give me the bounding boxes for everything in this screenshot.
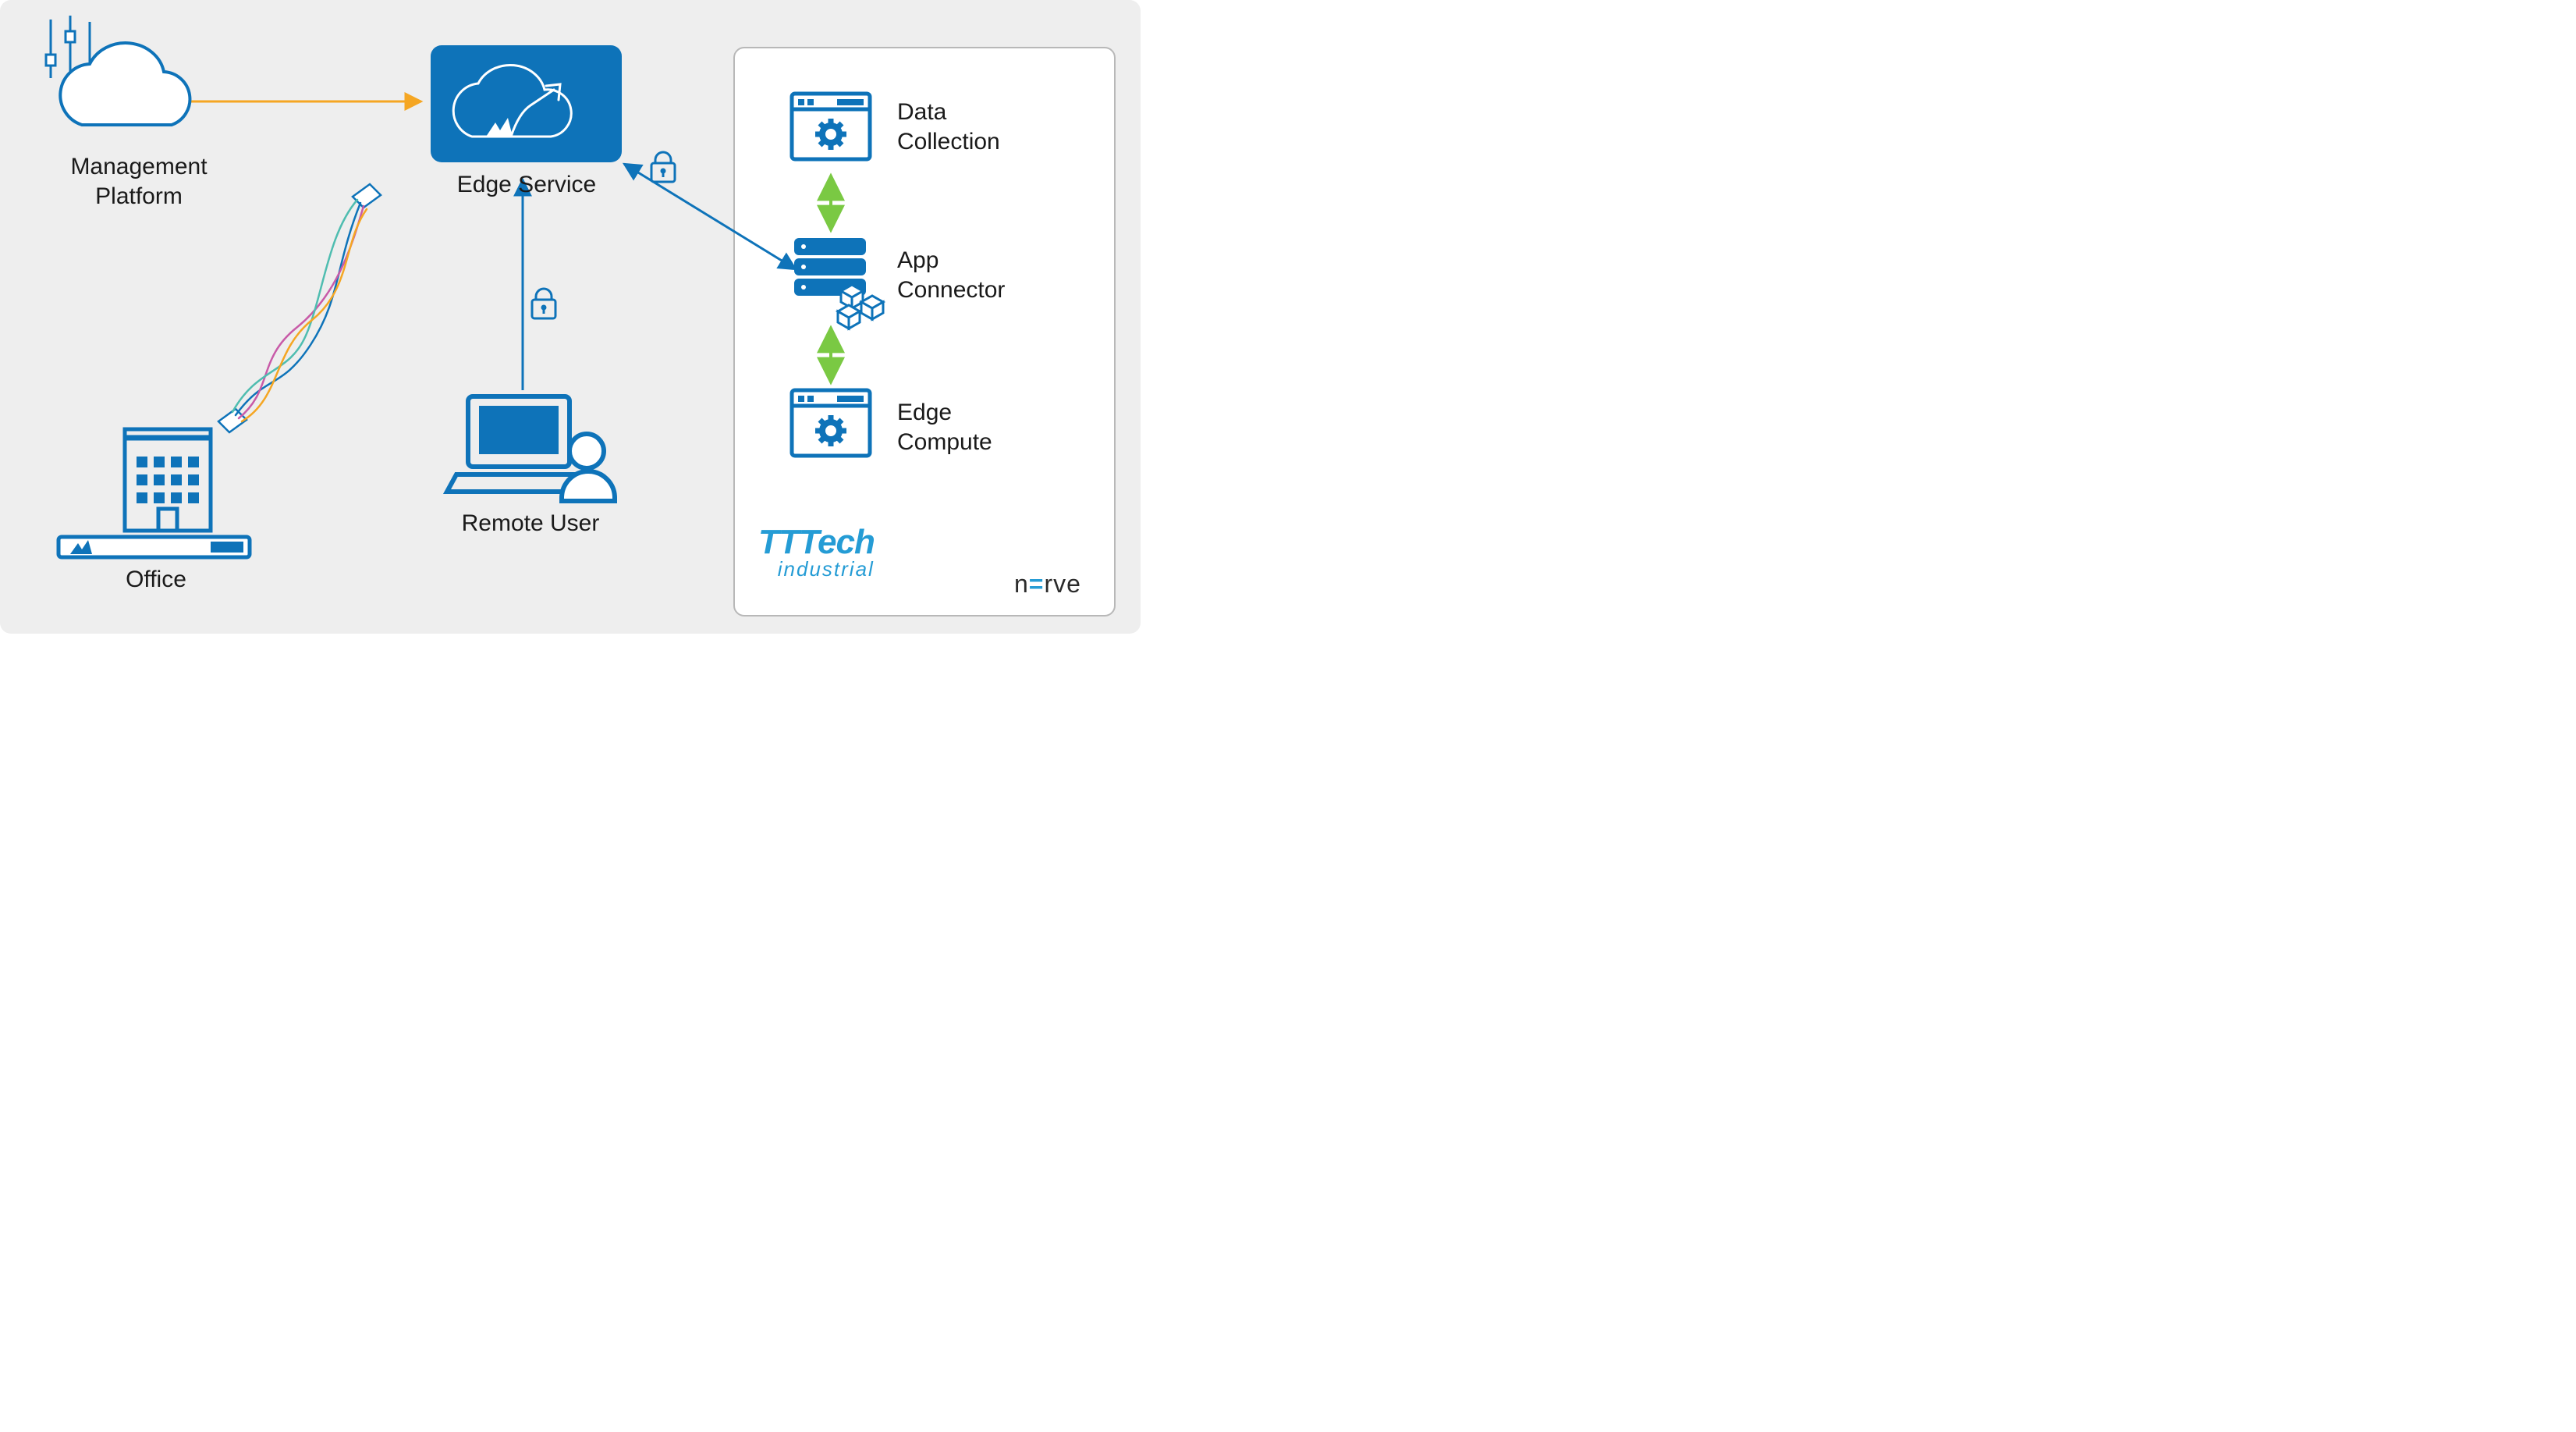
edge-service-icon bbox=[431, 45, 622, 162]
logo-nerve-pre: n bbox=[1014, 570, 1029, 598]
logo-tttech-main: TTTech bbox=[758, 523, 875, 561]
vpn-bundle-icon bbox=[218, 184, 381, 432]
logo-nerve-post: rve bbox=[1044, 570, 1080, 598]
label-management-platform: Management Platform bbox=[53, 152, 225, 211]
lock-icon bbox=[651, 152, 675, 182]
logo-nerve: n=rve bbox=[1014, 570, 1081, 599]
label-data-collection: Data Collection bbox=[897, 98, 1000, 156]
logo-tttech: TTTech industrial bbox=[758, 523, 875, 581]
office-icon bbox=[59, 429, 250, 557]
diagram-canvas: Management Platform Edge Service Office … bbox=[0, 0, 1141, 634]
label-edge-compute: Edge Compute bbox=[897, 398, 992, 457]
remote-user-icon bbox=[447, 396, 615, 501]
lock-icon bbox=[532, 289, 555, 318]
label-edge-service: Edge Service bbox=[441, 170, 612, 200]
management-platform-icon bbox=[46, 16, 190, 125]
label-remote-user: Remote User bbox=[437, 509, 624, 538]
label-office: Office bbox=[94, 565, 218, 595]
logo-nerve-accent: = bbox=[1029, 570, 1045, 598]
label-app-connector: App Connector bbox=[897, 246, 1005, 304]
